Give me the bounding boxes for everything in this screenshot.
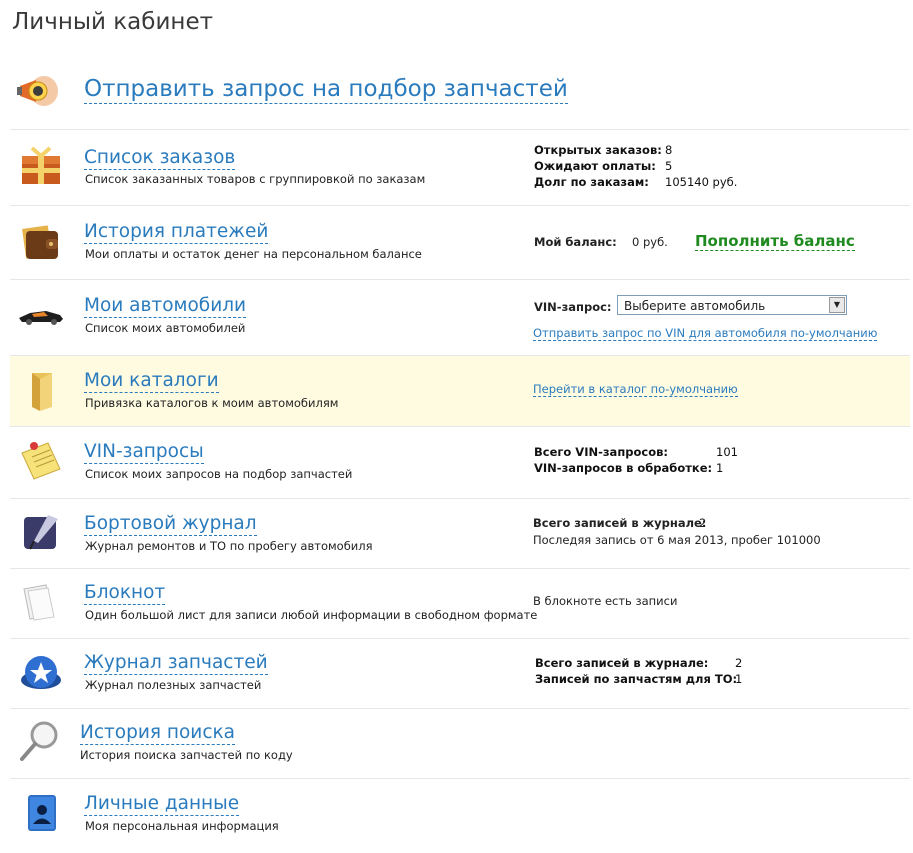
balance-label: Мой баланс: xyxy=(534,235,617,249)
logbook-total-label: Всего записей в журнале: xyxy=(533,516,707,530)
stat-label: Открытых заказов: xyxy=(534,143,662,157)
stat-label: VIN-запросов в обработке: xyxy=(534,461,713,475)
gift-box-icon xyxy=(22,146,60,184)
orders-stats: Открытых заказов: 8 Ожидают оплаты: 5 Долг… xyxy=(534,142,737,190)
topup-balance-link[interactable]: Пополнить баланс xyxy=(695,232,855,251)
logbook-last-entry: Последяя запись от 6 мая 2013, пробег 10… xyxy=(533,533,821,547)
notepad-info: В блокноте есть записи xyxy=(533,594,678,608)
notepad-desc: Один большой лист для записи любой инфор… xyxy=(85,608,538,622)
megaphone-icon xyxy=(17,76,58,106)
catalogs-row: Мои каталоги Привязка каталогов к моим а… xyxy=(10,355,910,427)
orders-title-link[interactable]: Список заказов xyxy=(84,147,236,170)
chevron-down-icon[interactable]: ▼ xyxy=(829,297,845,313)
catalogs-desc: Привязка каталогов к моим автомобилям xyxy=(85,396,339,410)
notepad-pin-icon xyxy=(21,442,61,480)
stat-value: 8 xyxy=(665,143,673,157)
cars-title-link[interactable]: Мои автомобили xyxy=(84,295,247,318)
magnifier-icon xyxy=(20,721,58,761)
catalogs-title-link[interactable]: Мои каталоги xyxy=(84,370,219,393)
send-vin-default-link[interactable]: Отправить запрос по VIN для автомобиля п… xyxy=(533,326,878,341)
logbook-desc: Журнал ремонтов и ТО по пробегу автомоби… xyxy=(85,539,373,553)
car-select-value: Выберите автомобиль xyxy=(624,299,766,313)
personal-data-title-link[interactable]: Личные данные xyxy=(84,793,240,816)
vin-requests-desc: Список моих запросов на подбор запчастей xyxy=(85,467,353,481)
cars-row: Мои автомобили Список моих автомобилей V… xyxy=(10,279,910,356)
stat-label: Записей по запчастям для ТО: xyxy=(535,672,738,686)
payments-title-link[interactable]: История платежей xyxy=(84,221,269,244)
search-history-title-link[interactable]: История поиска xyxy=(80,722,236,745)
page-title: Личный кабинет xyxy=(12,9,213,35)
stat-label: Ожидают оплаты: xyxy=(534,159,656,173)
notepad-title-link[interactable]: Блокнот xyxy=(84,582,166,605)
personal-data-desc: Моя персональная информация xyxy=(85,819,279,833)
logbook-title-link[interactable]: Бортовой журнал xyxy=(84,513,257,536)
payments-row: История платежей Мои оплаты и остаток де… xyxy=(10,205,910,280)
stat-label: Всего записей в журнале: xyxy=(535,656,709,670)
wallet-icon xyxy=(22,225,58,259)
stat-label: Всего VIN-запросов: xyxy=(534,445,668,459)
star-badge-icon xyxy=(21,656,61,689)
paper-sheet-icon xyxy=(23,584,55,621)
search-history-desc: История поиска запчастей по коду xyxy=(80,748,293,762)
quill-icon xyxy=(24,515,58,550)
orders-row: Список заказов Список заказанных товаров… xyxy=(10,129,910,206)
stat-value: 1 xyxy=(735,672,743,686)
logbook-row: Бортовой журнал Журнал ремонтов и ТО по … xyxy=(10,498,910,569)
logbook-total-value: 2 xyxy=(699,516,707,530)
notepad-row: Блокнот Один большой лист для записи люб… xyxy=(10,568,910,639)
contact-book-icon xyxy=(28,795,56,831)
search-history-row: История поиска История поиска запчастей … xyxy=(10,708,910,779)
stat-value: 101 xyxy=(716,445,738,459)
cars-desc: Список моих автомобилей xyxy=(85,321,246,335)
default-catalog-link[interactable]: Перейти в каталог по-умолчанию xyxy=(533,382,738,397)
balance-value: 0 руб. xyxy=(632,235,668,249)
parts-log-stats: Всего записей в журнале: 2 Записей по зап… xyxy=(535,655,742,687)
vin-stats: Всего VIN-запросов: 101 VIN-запросов в об… xyxy=(534,444,738,476)
parts-log-row: Журнал запчастей Журнал полезных запчаст… xyxy=(10,638,910,709)
stat-label: Долг по заказам: xyxy=(534,175,649,189)
payments-desc: Мои оплаты и остаток денег на персональн… xyxy=(85,247,422,261)
parts-log-title-link[interactable]: Журнал запчастей xyxy=(84,652,268,675)
vin-requests-row: VIN-запросы Список моих запросов на подб… xyxy=(10,426,910,499)
car-select[interactable]: Выберите автомобиль ▼ xyxy=(617,295,847,315)
stat-value: 5 xyxy=(665,159,673,173)
orders-desc: Список заказанных товаров с группировкой… xyxy=(85,172,426,186)
car-icon xyxy=(19,311,63,325)
stat-value: 1 xyxy=(716,461,724,475)
send-parts-request-link[interactable]: Отправить запрос на подбор запчастей xyxy=(84,75,568,104)
personal-data-row: Личные данные Моя персональная информаци… xyxy=(10,778,910,851)
vin-request-label: VIN-запрос: xyxy=(534,300,612,314)
stat-value: 105140 руб. xyxy=(665,175,738,189)
parts-log-desc: Журнал полезных запчастей xyxy=(85,678,262,692)
folder-icon xyxy=(32,373,52,411)
vin-requests-title-link[interactable]: VIN-запросы xyxy=(84,441,204,464)
stat-value: 2 xyxy=(735,656,743,670)
